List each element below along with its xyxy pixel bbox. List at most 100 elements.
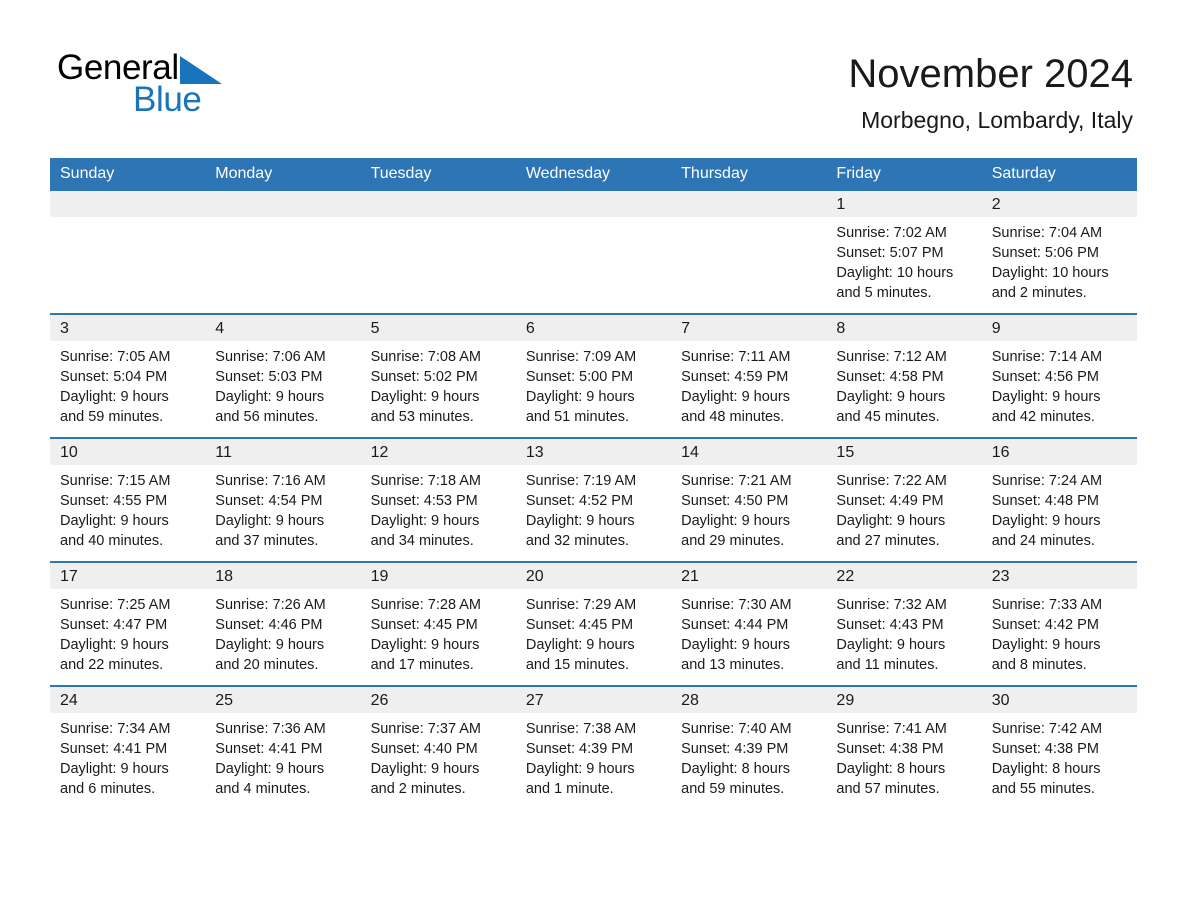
day-cell[interactable]: 2 Sunrise: 7:04 AM Sunset: 5:06 PM Daylight… [981, 191, 1137, 313]
sunrise-text: Sunrise: 7:09 AM [525, 349, 637, 365]
sunrise-text: Sunrise: 7:02 AM [836, 225, 947, 241]
sunset-text: Sunset: 4:45 PM [370, 617, 478, 633]
daylight-line2: and 29 minutes. [681, 533, 785, 549]
day-cell[interactable]: 10 Sunrise: 7:15 AM Sunset: 4:55 PM Dayligh… [50, 439, 206, 561]
day-cell[interactable]: 16 Sunrise: 7:24 AM Sunset: 4:48 PM Dayligh… [981, 439, 1137, 561]
day-details: Sunrise: 7:12 AM Sunset: 4:58 PM Daylight:… [826, 341, 981, 437]
day-cell[interactable]: 18 Sunrise: 7:26 AM Sunset: 4:46 PM Dayligh… [205, 563, 361, 685]
day-cell[interactable]: 3 Sunrise: 7:05 AM Sunset: 5:04 PM Daylight… [50, 315, 206, 437]
day-cell[interactable]: 28 Sunrise: 7:40 AM Sunset: 4:39 PM Dayligh… [671, 687, 827, 809]
day-cell[interactable]: 23 Sunrise: 7:33 AM Sunset: 4:42 PM Dayligh… [981, 563, 1137, 685]
day-cell[interactable]: 24 Sunrise: 7:34 AM Sunset: 4:41 PM Dayligh… [50, 687, 206, 809]
day-number: 29 [826, 687, 982, 713]
day-number: 2 [981, 191, 1137, 217]
sunset-text: Sunset: 4:59 PM [681, 369, 789, 385]
calendar-grid: Sunday Monday Tuesday Wednesday Thursday… [50, 158, 1137, 809]
sunset-text: Sunset: 4:42 PM [991, 617, 1099, 633]
day-cell[interactable]: 4 Sunrise: 7:06 AM Sunset: 5:03 PM Daylight… [205, 315, 361, 437]
sunrise-text: Sunrise: 7:28 AM [370, 597, 481, 613]
day-cell[interactable]: 12 Sunrise: 7:18 AM Sunset: 4:53 PM Dayligh… [360, 439, 516, 561]
daylight-line2: and 42 minutes. [991, 409, 1095, 425]
day-number: 8 [826, 315, 982, 341]
day-cell[interactable]: 30 Sunrise: 7:42 AM Sunset: 4:38 PM Dayligh… [981, 687, 1137, 809]
daylight-line1: Daylight: 9 hours [991, 637, 1101, 653]
day-cell[interactable]: 21 Sunrise: 7:30 AM Sunset: 4:44 PM Dayligh… [671, 563, 827, 685]
day-number: 11 [205, 439, 361, 465]
sunrise-text: Sunrise: 7:19 AM [525, 473, 637, 489]
sunset-text: Sunset: 4:45 PM [525, 617, 634, 633]
day-cell[interactable]: 9 Sunrise: 7:14 AM Sunset: 4:56 PM Daylight… [981, 315, 1137, 437]
sunrise-text: Sunrise: 7:05 AM [60, 349, 171, 365]
day-cell[interactable]: 5 Sunrise: 7:08 AM Sunset: 5:02 PM Daylight… [360, 315, 516, 437]
sunrise-text: Sunrise: 7:40 AM [681, 721, 792, 737]
day-details: Sunrise: 7:30 AM Sunset: 4:44 PM Daylight:… [671, 589, 826, 685]
day-details: Sunrise: 7:18 AM Sunset: 4:53 PM Daylight:… [361, 465, 516, 561]
day-cell[interactable]: 29 Sunrise: 7:41 AM Sunset: 4:38 PM Dayligh… [826, 687, 982, 809]
day-details: Sunrise: 7:33 AM Sunset: 4:42 PM Daylight:… [982, 589, 1137, 685]
day-details: Sunrise: 7:38 AM Sunset: 4:39 PM Daylight:… [516, 713, 671, 809]
day-cell[interactable] [671, 191, 827, 313]
day-details: Sunrise: 7:16 AM Sunset: 4:54 PM Daylight:… [205, 465, 360, 561]
dow-header-wednesday: Wednesday [525, 165, 611, 182]
sunset-text: Sunset: 4:43 PM [836, 617, 944, 633]
sunset-text: Sunset: 4:49 PM [836, 493, 944, 509]
day-details: Sunrise: 7:42 AM Sunset: 4:38 PM Daylight:… [982, 713, 1137, 809]
day-number: 17 [50, 563, 206, 589]
sunset-text: Sunset: 4:58 PM [836, 369, 944, 385]
daylight-line1: Daylight: 10 hours [991, 265, 1109, 281]
day-cell[interactable]: 14 Sunrise: 7:21 AM Sunset: 4:50 PM Dayligh… [671, 439, 827, 561]
daylight-line2: and 57 minutes. [836, 781, 940, 797]
sunrise-text: Sunrise: 7:41 AM [836, 721, 947, 737]
day-cell[interactable]: 22 Sunrise: 7:32 AM Sunset: 4:43 PM Dayligh… [826, 563, 982, 685]
day-cell[interactable]: 17 Sunrise: 7:25 AM Sunset: 4:47 PM Dayligh… [50, 563, 206, 685]
day-cell[interactable]: 7 Sunrise: 7:11 AM Sunset: 4:59 PM Daylight… [671, 315, 827, 437]
sunset-text: Sunset: 4:38 PM [836, 741, 944, 757]
day-details: Sunrise: 7:36 AM Sunset: 4:41 PM Daylight:… [205, 713, 360, 809]
daylight-line2: and 1 minute. [525, 781, 614, 797]
daylight-line2: and 2 minutes. [370, 781, 466, 797]
sunrise-text: Sunrise: 7:11 AM [681, 349, 791, 365]
daylight-line1: Daylight: 9 hours [525, 761, 635, 777]
sunset-text: Sunset: 4:41 PM [215, 741, 323, 757]
day-number: 26 [360, 687, 516, 713]
daylight-line2: and 55 minutes. [991, 781, 1095, 797]
sunrise-text: Sunrise: 7:12 AM [836, 349, 947, 365]
day-cell[interactable]: 19 Sunrise: 7:28 AM Sunset: 4:45 PM Dayligh… [360, 563, 516, 685]
sunset-text: Sunset: 4:41 PM [60, 741, 168, 757]
day-cell[interactable]: 13 Sunrise: 7:19 AM Sunset: 4:52 PM Dayligh… [515, 439, 672, 561]
day-cell[interactable]: 8 Sunrise: 7:12 AM Sunset: 4:58 PM Daylight… [826, 315, 982, 437]
sunrise-text: Sunrise: 7:22 AM [836, 473, 947, 489]
day-details [516, 217, 671, 233]
daylight-line1: Daylight: 9 hours [60, 513, 169, 529]
sunrise-text: Sunrise: 7:21 AM [681, 473, 792, 489]
day-cell[interactable]: 11 Sunrise: 7:16 AM Sunset: 4:54 PM Dayligh… [205, 439, 361, 561]
day-cell[interactable] [515, 191, 672, 313]
sunset-text: Sunset: 4:52 PM [525, 493, 634, 509]
day-cell[interactable]: 20 Sunrise: 7:29 AM Sunset: 4:45 PM Dayligh… [515, 563, 672, 685]
day-cell[interactable] [205, 191, 361, 313]
sunrise-text: Sunrise: 7:26 AM [215, 597, 326, 613]
day-cell[interactable] [50, 191, 206, 313]
day-number: 10 [50, 439, 206, 465]
day-of-week-header-row: Sunday Monday Tuesday Wednesday Thursday… [50, 158, 1137, 191]
sunrise-text: Sunrise: 7:18 AM [370, 473, 481, 489]
title-block: November 2024 Morbegno, Lombardy, Italy [848, 50, 1133, 134]
day-number: 28 [671, 687, 827, 713]
daylight-line2: and 53 minutes. [370, 409, 474, 425]
day-cell[interactable] [360, 191, 516, 313]
day-cell[interactable]: 6 Sunrise: 7:09 AM Sunset: 5:00 PM Daylight… [515, 315, 672, 437]
daylight-line1: Daylight: 9 hours [836, 637, 946, 653]
day-cell[interactable]: 15 Sunrise: 7:22 AM Sunset: 4:49 PM Dayligh… [826, 439, 982, 561]
day-details: Sunrise: 7:14 AM Sunset: 4:56 PM Daylight:… [982, 341, 1137, 437]
day-cell[interactable]: 26 Sunrise: 7:37 AM Sunset: 4:40 PM Dayligh… [360, 687, 516, 809]
daylight-line1: Daylight: 9 hours [370, 513, 480, 529]
day-details: Sunrise: 7:37 AM Sunset: 4:40 PM Daylight:… [361, 713, 516, 809]
daylight-line2: and 8 minutes. [991, 657, 1087, 673]
day-cell[interactable]: 27 Sunrise: 7:38 AM Sunset: 4:39 PM Dayligh… [515, 687, 672, 809]
daylight-line2: and 37 minutes. [215, 533, 319, 549]
sunrise-text: Sunrise: 7:06 AM [215, 349, 326, 365]
day-cell[interactable]: 25 Sunrise: 7:36 AM Sunset: 4:41 PM Dayligh… [205, 687, 361, 809]
sunset-text: Sunset: 4:48 PM [991, 493, 1099, 509]
daylight-line1: Daylight: 9 hours [60, 389, 169, 405]
day-cell[interactable]: 1 Sunrise: 7:02 AM Sunset: 5:07 PM Daylight… [826, 191, 982, 313]
